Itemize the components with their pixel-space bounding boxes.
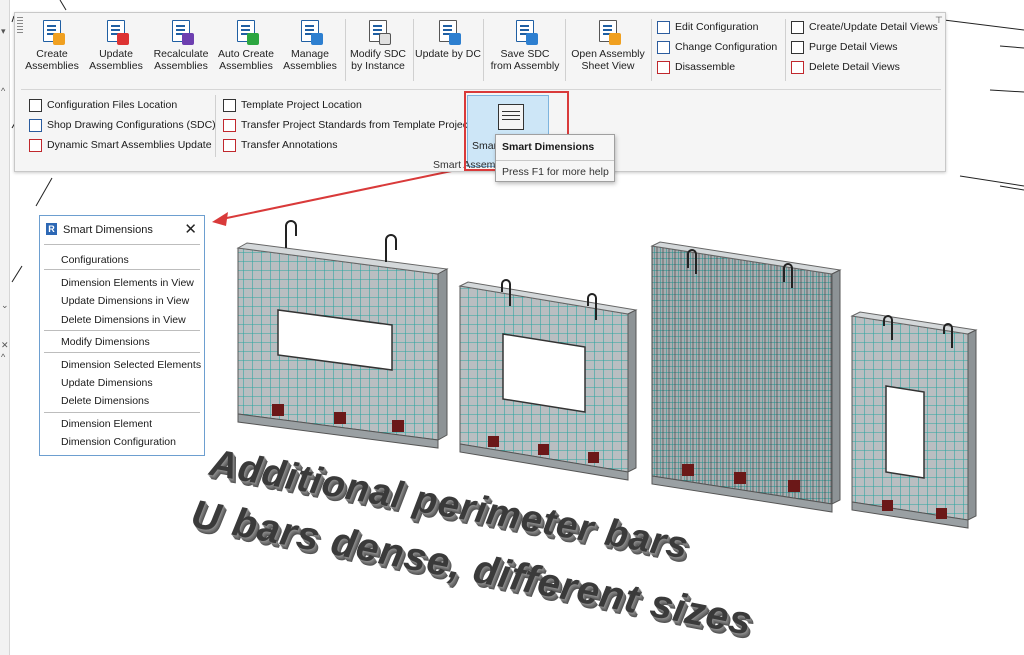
menu-update-dimensions-in-view[interactable]: Update Dimensions in View (61, 295, 189, 307)
settings-group: Configuration Files Location Shop Drawin… (29, 95, 216, 155)
open-assembly-sheet-view-button[interactable]: Open Assembly Sheet View (567, 17, 649, 81)
close-icon[interactable]: ✕ (184, 220, 197, 238)
delete-detail-views-button[interactable]: Delete Detail Views (791, 57, 938, 77)
auto-create-assemblies-button[interactable]: Auto Create Assemblies (215, 17, 277, 81)
tooltip-divider (496, 160, 614, 161)
smart-dimensions-palette: R Smart Dimensions ✕ Configurations Dime… (39, 215, 205, 456)
purge-detail-views-button[interactable]: Purge Detail Views (791, 37, 938, 57)
transfer-annotations-button[interactable]: Transfer Annotations (223, 135, 471, 155)
manage-assemblies-button[interactable]: Manage Assemblies (279, 17, 341, 81)
create-detail-views-icon (791, 20, 804, 34)
sdc-icon (29, 118, 42, 132)
modify-sdc-by-instance-button[interactable]: Modify SDC by Instance (345, 17, 411, 81)
precast-wall-2[interactable] (458, 279, 638, 481)
edit-configuration-button[interactable]: Edit Configuration (657, 17, 777, 37)
menu-dimension-element[interactable]: Dimension Element (61, 418, 152, 430)
sheet-view-icon (595, 19, 621, 45)
ribbon-separator (651, 19, 652, 81)
dynamic-update-icon (29, 138, 42, 152)
transfer-annotations-icon (223, 138, 236, 152)
tooltip-help: Press F1 for more help (502, 166, 609, 178)
detail-views-group: Create/Update Detail Views Purge Detail … (791, 17, 938, 77)
update-by-dc-button[interactable]: Update by DC (415, 17, 481, 81)
ribbon-separator (215, 95, 216, 157)
ribbon-row-separator (21, 89, 941, 90)
template-group: Template Project Location Transfer Proje… (223, 95, 471, 155)
menu-delete-dimensions[interactable]: Delete Dimensions (61, 395, 149, 407)
smart-dimensions-tooltip: Smart Dimensions Press F1 for more help (495, 134, 615, 182)
menu-dimension-elements-in-view[interactable]: Dimension Elements in View (61, 277, 194, 289)
change-configuration-button[interactable]: Change Configuration (657, 37, 777, 57)
create-update-detail-views-button[interactable]: Create/Update Detail Views (791, 17, 938, 37)
template-project-location-button[interactable]: Template Project Location (223, 95, 471, 115)
menu-modify-dimensions[interactable]: Modify Dimensions (61, 336, 150, 348)
tooltip-title: Smart Dimensions (502, 141, 595, 153)
dynamic-smart-assemblies-update-button[interactable]: Dynamic Smart Assemblies Update (29, 135, 216, 155)
purge-detail-views-icon (791, 40, 804, 54)
menu-dimension-selected-elements[interactable]: Dimension Selected Elements (61, 359, 201, 371)
update-assemblies-icon (103, 19, 129, 45)
transfer-standards-icon (223, 118, 236, 132)
menu-configurations[interactable]: Configurations (61, 254, 129, 266)
save-sdc-from-assembly-button[interactable]: Save SDC from Assembly (487, 17, 563, 81)
ribbon-separator (565, 19, 566, 81)
precast-wall-3[interactable] (650, 241, 842, 513)
disassemble-button[interactable]: Disassemble (657, 57, 777, 77)
template-doc-icon (223, 98, 236, 112)
configuration-group: Edit Configuration Change Configuration … (657, 17, 777, 77)
gear-icon (29, 98, 42, 112)
edit-configuration-icon (657, 20, 670, 34)
create-assemblies-icon (39, 19, 65, 45)
menu-dimension-configuration[interactable]: Dimension Configuration (61, 436, 176, 448)
palette-divider (44, 244, 200, 245)
delete-detail-views-icon (791, 60, 804, 74)
configuration-files-location-button[interactable]: Configuration Files Location (29, 95, 216, 115)
save-sdc-icon (512, 19, 538, 45)
palette-divider (44, 412, 200, 413)
palette-header: R Smart Dimensions ✕ (40, 216, 204, 242)
disassemble-icon (657, 60, 670, 74)
precast-wall-4[interactable] (850, 311, 978, 529)
ribbon-separator (785, 19, 786, 81)
manage-assemblies-icon (297, 19, 323, 45)
create-assemblies-button[interactable]: Create Assemblies (21, 17, 83, 81)
update-by-dc-icon (435, 19, 461, 45)
ribbon-separator (483, 19, 484, 81)
palette-divider (44, 352, 200, 353)
shop-drawing-configurations-button[interactable]: Shop Drawing Configurations (SDC) (29, 115, 216, 135)
palette-divider (44, 330, 200, 331)
transfer-project-standards-button[interactable]: Transfer Project Standards from Template… (223, 115, 471, 135)
auto-create-assemblies-icon (233, 19, 259, 45)
update-assemblies-button[interactable]: Update Assemblies (85, 17, 147, 81)
revit-logo-icon: R (46, 223, 57, 235)
palette-title: Smart Dimensions (63, 224, 153, 236)
menu-update-dimensions[interactable]: Update Dimensions (61, 377, 153, 389)
change-configuration-icon (657, 40, 670, 54)
menu-delete-dimensions-in-view[interactable]: Delete Dimensions in View (61, 314, 186, 326)
recalculate-assemblies-icon (168, 19, 194, 45)
precast-wall-1[interactable] (236, 220, 449, 449)
recalculate-assemblies-button[interactable]: Recalculate Assemblies (149, 17, 213, 81)
modify-sdc-icon (365, 19, 391, 45)
ribbon-separator (413, 19, 414, 81)
palette-divider (44, 269, 200, 270)
